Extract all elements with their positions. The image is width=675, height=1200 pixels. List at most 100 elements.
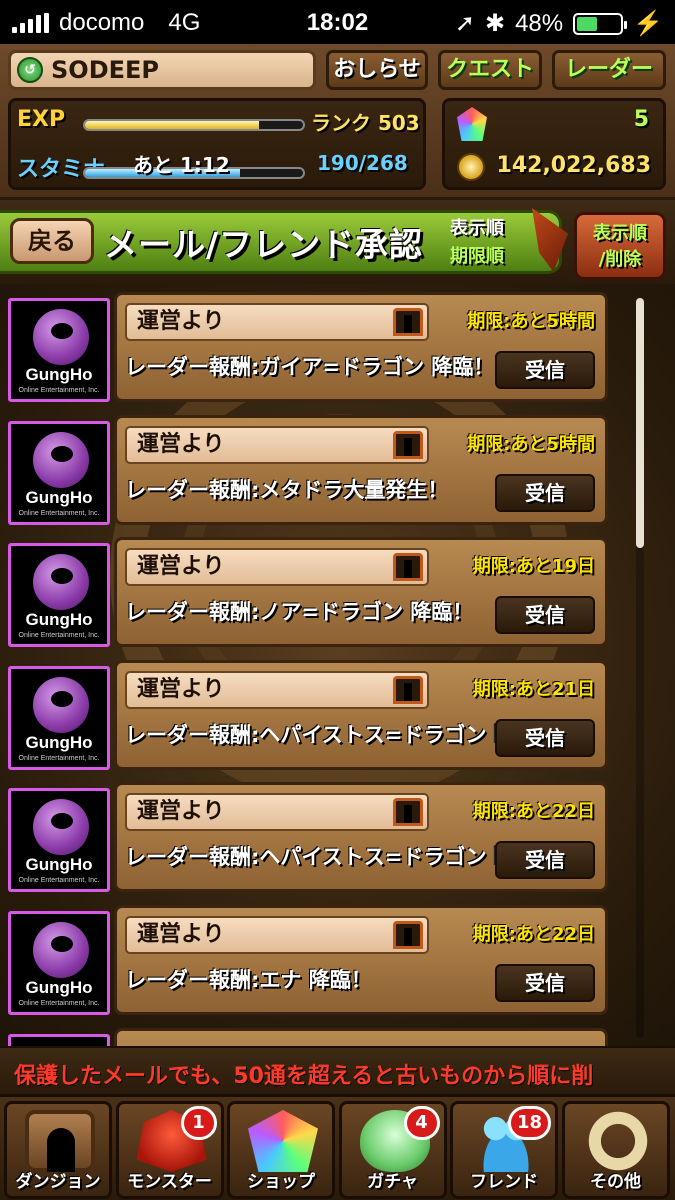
logo-name: GungHo [25,732,93,752]
mail-sender: 運営より [125,670,429,709]
mail-sender: 運営より [125,548,429,587]
gungho-logo-icon: GungHo Online Entertainment, Inc. [8,420,110,525]
logo-name: GungHo [25,978,93,997]
nav-label: モンスター [127,1172,212,1192]
mail-card[interactable]: 運営より 期限:あと22日 レーダー報酬:ヘパイストス=ドラゴン 降臨！ 受信 [114,782,608,893]
mail-card[interactable]: 運営より 期限:あと21日 レーダー報酬:ヘパイストス=ドラゴン 降臨！ 受信 [114,659,608,770]
news-button[interactable]: おしらせ [326,50,428,90]
quest-button[interactable]: クエスト [438,50,542,90]
mail-card[interactable]: 運営より 期限:あと5時間 レーダー報酬:ガイア=ドラゴン 降臨！ 受信 [114,292,608,402]
sort-delete-button[interactable]: 表示順 /削除 [574,212,666,280]
gift-box-icon [393,798,423,827]
logo-name: GungHo [25,487,93,507]
back-button[interactable]: 戻る [10,218,94,264]
stats-panel: EXP ランク 503 スタミナ あと 1:12 190/268 [8,98,426,190]
player-name-bar[interactable]: ↺ SODEEP [8,50,316,90]
mail-row[interactable]: GungHo Online Entertainment, Inc. 運営より 期… [8,782,612,893]
receive-button[interactable]: 受信 [495,964,595,1002]
notification-badge: 4 [403,1106,440,1140]
gungho-logo-icon: GungHo Online Entertainment, Inc. [8,788,110,893]
nav-label: ダンジョン [15,1172,101,1192]
mail-deadline: 期限:あと5時間 [467,433,595,455]
gungho-logo-icon: GungHo Online Entertainment, Inc. [8,543,110,648]
mail-sender: 運営より [125,916,429,954]
nav-tab-monster[interactable]: 1 モンスター [115,1101,224,1199]
mail-card[interactable]: 運営より 期限:あと22日 レーダー報酬:エナ 降臨！ 受信 [114,905,608,1015]
battery-percent: 48% [515,9,564,37]
magic-stone-icon [457,107,487,141]
sort-delete-sub: /削除 [598,249,642,270]
gungho-mark-icon [33,554,89,611]
wallet-panel: 5 142,022,683 [442,98,666,190]
receive-button[interactable]: 受信 [495,841,595,880]
dungeon-icon [25,1110,95,1172]
player-header: ↺ SODEEP おしらせ クエスト レーダー EXP ランク 503 スタミナ… [0,44,675,200]
logo-subtitle: Online Entertainment, Inc. [18,877,100,885]
mail-deadline: 期限:あと5時間 [467,311,595,332]
nav-label: ショップ [247,1172,315,1192]
mail-subject: レーダー報酬:ヘパイストス=ドラゴン 降臨！ [125,722,501,747]
nav-tab-dungeon[interactable]: ダンジョン [4,1101,112,1199]
gift-box-icon [393,430,423,459]
gift-box-icon [393,675,423,704]
exp-label: EXP [17,107,66,132]
logo-subtitle: Online Entertainment, Inc. [18,1000,100,1007]
mail-deadline: 期限:あと21日 [472,678,595,700]
nav-tab-shop[interactable]: ショップ [227,1101,335,1199]
gungho-mark-icon [33,431,89,488]
receive-button[interactable]: 受信 [495,351,595,389]
charging-icon: ⚡ [633,10,663,37]
notification-badge: 1 [180,1106,217,1140]
status-bar: docomo 4G 18:02 ➚ ✱ 48% ⚡ [0,0,675,44]
receive-button[interactable]: 受信 [495,718,595,757]
mail-row-partial[interactable] [8,1027,612,1046]
scrollbar-thumb[interactable] [636,298,644,548]
logo-name: GungHo [25,610,93,630]
battery-icon [573,12,628,35]
mail-card[interactable]: 運営より 期限:あと19日 レーダー報酬:ノア=ドラゴン 降臨！ 受信 [114,537,608,648]
mail-sender: 運営より [125,793,429,832]
location-icon: ➚ [454,10,475,37]
logo-name: GungHo [25,365,93,384]
exp-bar [83,119,305,131]
nav-tab-gacha[interactable]: 4 ガチャ [338,1101,447,1199]
bottom-nav: ダンジョン 1 モンスター ショップ 4 ガチャ 18 フレンド その他 [0,1094,675,1200]
nav-label: ガチャ [367,1172,418,1192]
gungho-logo-icon: GungHo Online Entertainment, Inc. [8,298,110,402]
bluetooth-icon: ✱ [484,10,506,37]
player-badge-icon: ↺ [17,57,43,83]
mail-card[interactable] [114,1027,608,1046]
sort-mode: 期限順 [450,246,504,267]
mail-row[interactable]: GungHo Online Entertainment, Inc. 運営より 期… [8,905,612,1015]
mail-row[interactable]: GungHo Online Entertainment, Inc. 運営より 期… [8,292,612,402]
stamina-value: 190/268 [317,151,408,175]
receive-button[interactable]: 受信 [495,596,595,635]
nav-label: その他 [590,1172,641,1192]
notice-ticker: 保護したメールでも、50通を超えると古いものから順に削 [0,1046,675,1094]
stamina-timer: あと 1:12 [133,153,230,177]
mail-row[interactable]: GungHo Online Entertainment, Inc. 運営より 期… [8,659,612,770]
gungho-logo-icon: GungHo Online Entertainment, Inc. [8,911,110,1015]
player-name: SODEEP [51,56,159,84]
other-icon [582,1110,653,1172]
sort-delete-label: 表示順 [593,223,647,244]
mail-card[interactable]: 運営より 期限:あと5時間 レーダー報酬:メタドラ大量発生！ 受信 [114,414,608,525]
receive-button[interactable]: 受信 [495,473,595,512]
gift-box-icon [393,308,423,336]
mail-deadline: 期限:あと22日 [472,801,595,823]
mail-deadline: 期限:あと22日 [472,924,595,945]
gungho-mark-icon [33,922,89,978]
gungho-logo-icon: GungHo Online Entertainment, Inc. [8,665,110,770]
logo-subtitle: Online Entertainment, Inc. [18,632,100,640]
nav-tab-friend[interactable]: 18 フレンド [450,1101,558,1199]
logo-subtitle: Online Entertainment, Inc. [18,509,100,517]
mail-subject: レーダー報酬:ノア=ドラゴン 降臨！ [125,600,474,625]
nav-tab-other[interactable]: その他 [561,1101,670,1199]
magic-stone-count: 5 [633,107,649,132]
mail-subject: レーダー報酬:ガイア=ドラゴン 降臨！ [125,355,495,379]
mail-row[interactable]: GungHo Online Entertainment, Inc. 運営より 期… [8,537,612,648]
mail-row[interactable]: GungHo Online Entertainment, Inc. 運営より 期… [8,414,612,525]
radar-button[interactable]: レーダー [552,50,666,90]
mail-list[interactable]: GungHo Online Entertainment, Inc. 運営より 期… [0,284,675,1046]
title-bar: 戻る メール/フレンド承認 表示順 期限順 表示順 /削除 [0,200,675,284]
